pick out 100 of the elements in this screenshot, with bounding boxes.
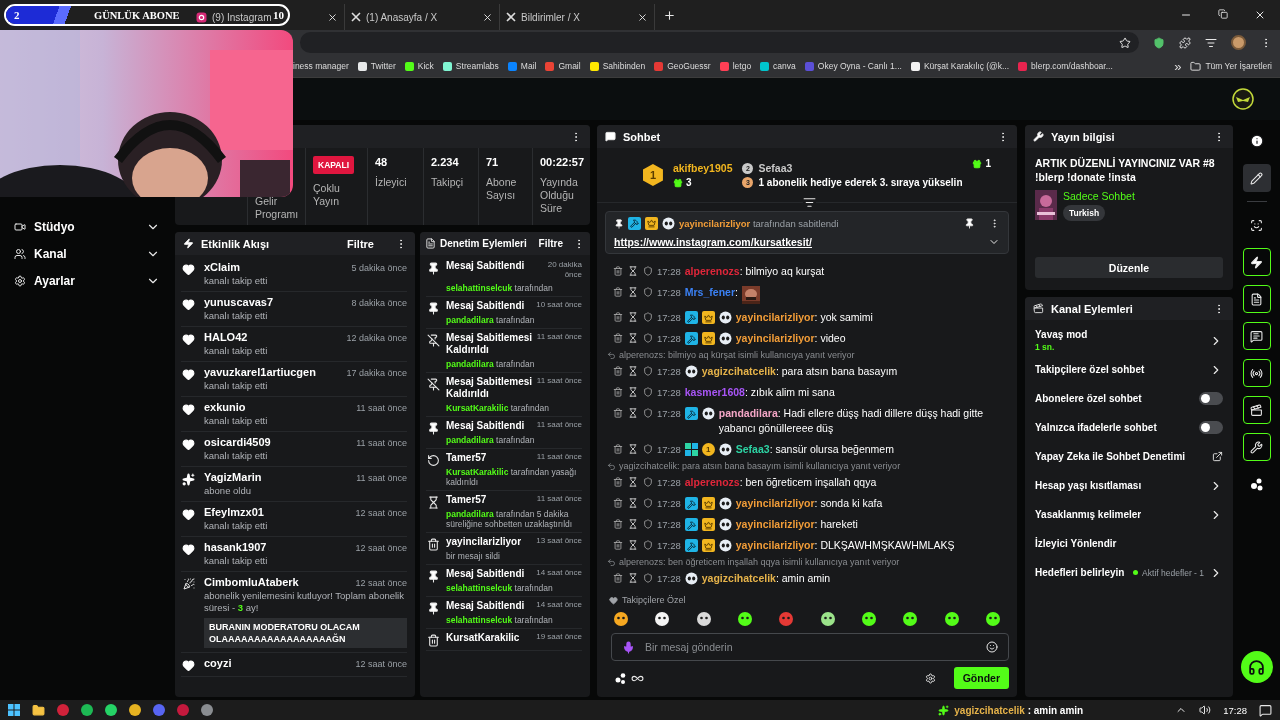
- shield-icon[interactable]: [643, 477, 653, 487]
- logo-icon[interactable]: [1232, 88, 1254, 110]
- hourglass-icon[interactable]: [628, 387, 638, 397]
- app-icon[interactable]: [81, 704, 93, 716]
- hourglass-icon[interactable]: [628, 408, 638, 418]
- windows-icon[interactable]: [8, 704, 20, 716]
- rail-button[interactable]: [1242, 359, 1271, 387]
- rail-button[interactable]: [1242, 433, 1271, 461]
- shield-icon[interactable]: [643, 333, 653, 343]
- hourglass-icon[interactable]: [628, 477, 638, 487]
- dots-icon[interactable]: [615, 672, 627, 684]
- bookmark[interactable]: Sahibinden: [589, 61, 646, 71]
- emote-icon[interactable]: [737, 611, 753, 627]
- shield-icon[interactable]: [643, 266, 653, 276]
- hourglass-icon[interactable]: [628, 540, 638, 550]
- action-label[interactable]: Takipçilere özel sohbet: [1035, 364, 1145, 375]
- info-icon[interactable]: [1249, 134, 1264, 148]
- send-button[interactable]: Gönder: [953, 667, 1009, 689]
- broadcast-icon[interactable]: [1250, 366, 1263, 380]
- document-icon[interactable]: [1250, 292, 1263, 306]
- emote-icon[interactable]: [984, 611, 1001, 627]
- emote-icon[interactable]: [654, 611, 671, 627]
- help-button[interactable]: [1240, 651, 1273, 683]
- hourglass-icon[interactable]: [628, 312, 638, 322]
- shield-icon[interactable]: [643, 519, 653, 529]
- close-icon[interactable]: [1254, 9, 1266, 21]
- filter-button[interactable]: Filtre: [347, 237, 374, 250]
- external-link-icon[interactable]: [1212, 451, 1223, 462]
- rail-button[interactable]: [1242, 164, 1271, 192]
- toggle-switch[interactable]: [1199, 421, 1223, 434]
- trash-icon[interactable]: [613, 366, 623, 376]
- trash-icon[interactable]: [613, 444, 623, 454]
- shield-icon[interactable]: [643, 498, 653, 508]
- bookmark[interactable]: blerp.com/dashboar...: [1018, 61, 1113, 71]
- emote-icon[interactable]: [943, 611, 960, 627]
- pin-icon[interactable]: [964, 218, 975, 229]
- action-label[interactable]: Hesap yaşı kısıtlaması: [1035, 480, 1142, 491]
- hourglass-icon[interactable]: [628, 498, 638, 508]
- rail-button[interactable]: [1242, 396, 1271, 424]
- shield-icon[interactable]: [643, 444, 653, 454]
- emote-icon[interactable]: [613, 611, 629, 627]
- dots-icon[interactable]: [1249, 477, 1264, 491]
- shield-icon[interactable]: [643, 408, 653, 418]
- edit-button[interactable]: Düzenle: [1035, 257, 1223, 278]
- close-icon[interactable]: [327, 11, 338, 23]
- hourglass-icon[interactable]: [628, 519, 638, 529]
- pinned-link[interactable]: https://www.instagram.com/kursatkesit/: [614, 236, 812, 248]
- bookmark[interactable]: Mail: [507, 61, 537, 71]
- extensions-icon[interactable]: [1179, 36, 1191, 49]
- headset-icon[interactable]: [1248, 658, 1265, 676]
- emote-icon[interactable]: [902, 611, 919, 627]
- trash-icon[interactable]: [613, 498, 623, 508]
- folder-icon[interactable]: [32, 703, 45, 717]
- media-icon[interactable]: [1205, 36, 1217, 49]
- action-label[interactable]: Yavaş mod: [1035, 329, 1088, 340]
- camera-icon[interactable]: [1250, 403, 1263, 417]
- bookmark[interactable]: Kick: [404, 61, 434, 71]
- trash-icon[interactable]: [613, 540, 623, 550]
- shield-icon[interactable]: [643, 387, 653, 397]
- wrench-icon[interactable]: [1250, 440, 1263, 454]
- rail-button[interactable]: [1242, 285, 1271, 313]
- sidebar-item[interactable]: Ayarlar: [14, 267, 160, 294]
- bookmark[interactable]: Kürşat Karakılıç (@k...: [910, 61, 1010, 71]
- hourglass-icon[interactable]: [628, 366, 638, 376]
- hourglass-icon[interactable]: [628, 287, 638, 297]
- shield-icon[interactable]: [643, 366, 653, 376]
- scan-icon[interactable]: [1250, 218, 1263, 232]
- sidebar-item[interactable]: Kanal: [14, 240, 160, 267]
- restore-icon[interactable]: [1218, 9, 1228, 19]
- message-input[interactable]: Bir mesaj gönderin: [643, 640, 978, 654]
- trash-icon[interactable]: [613, 573, 623, 583]
- action-label[interactable]: Hedefleri belirleyin: [1035, 567, 1125, 578]
- trash-icon[interactable]: [613, 408, 623, 418]
- filter-button[interactable]: Filtre: [538, 238, 563, 249]
- action-label[interactable]: Abonelere özel sohbet: [1035, 393, 1142, 404]
- sidebar-item[interactable]: Stüdyo: [14, 213, 160, 240]
- message-field[interactable]: Bir mesaj gönderin: [611, 633, 1009, 661]
- profile-avatar[interactable]: [1231, 35, 1246, 50]
- bolt-icon[interactable]: [1250, 255, 1263, 269]
- bookmark[interactable]: canva: [760, 61, 796, 71]
- trash-icon[interactable]: [613, 287, 623, 297]
- microphone-icon[interactable]: [622, 640, 635, 654]
- toggle-switch[interactable]: [1199, 392, 1223, 405]
- close-icon[interactable]: [482, 11, 493, 23]
- action-label[interactable]: Yapay Zeka ile Sohbet Denetimi: [1035, 451, 1186, 462]
- all-bookmarks-folder[interactable]: Tüm Yer İşaretleri: [1190, 60, 1272, 72]
- trash-icon[interactable]: [613, 333, 623, 343]
- rail-button[interactable]: [1242, 248, 1271, 276]
- pencil-icon[interactable]: [1250, 171, 1263, 185]
- more-bookmarks-button[interactable]: »: [1174, 58, 1182, 74]
- shield-icon[interactable]: [1153, 36, 1165, 49]
- hourglass-icon[interactable]: [628, 266, 638, 276]
- volume-icon[interactable]: [1199, 704, 1212, 716]
- app-icon[interactable]: [105, 704, 117, 716]
- bookmark[interactable]: Twitter: [357, 61, 396, 71]
- hourglass-icon[interactable]: [628, 333, 638, 343]
- action-label[interactable]: Yasaklanmış kelimeler: [1035, 509, 1142, 520]
- chat-icon[interactable]: [1250, 329, 1263, 343]
- star-icon[interactable]: [1119, 36, 1131, 49]
- bookmark[interactable]: Gmail: [545, 61, 581, 71]
